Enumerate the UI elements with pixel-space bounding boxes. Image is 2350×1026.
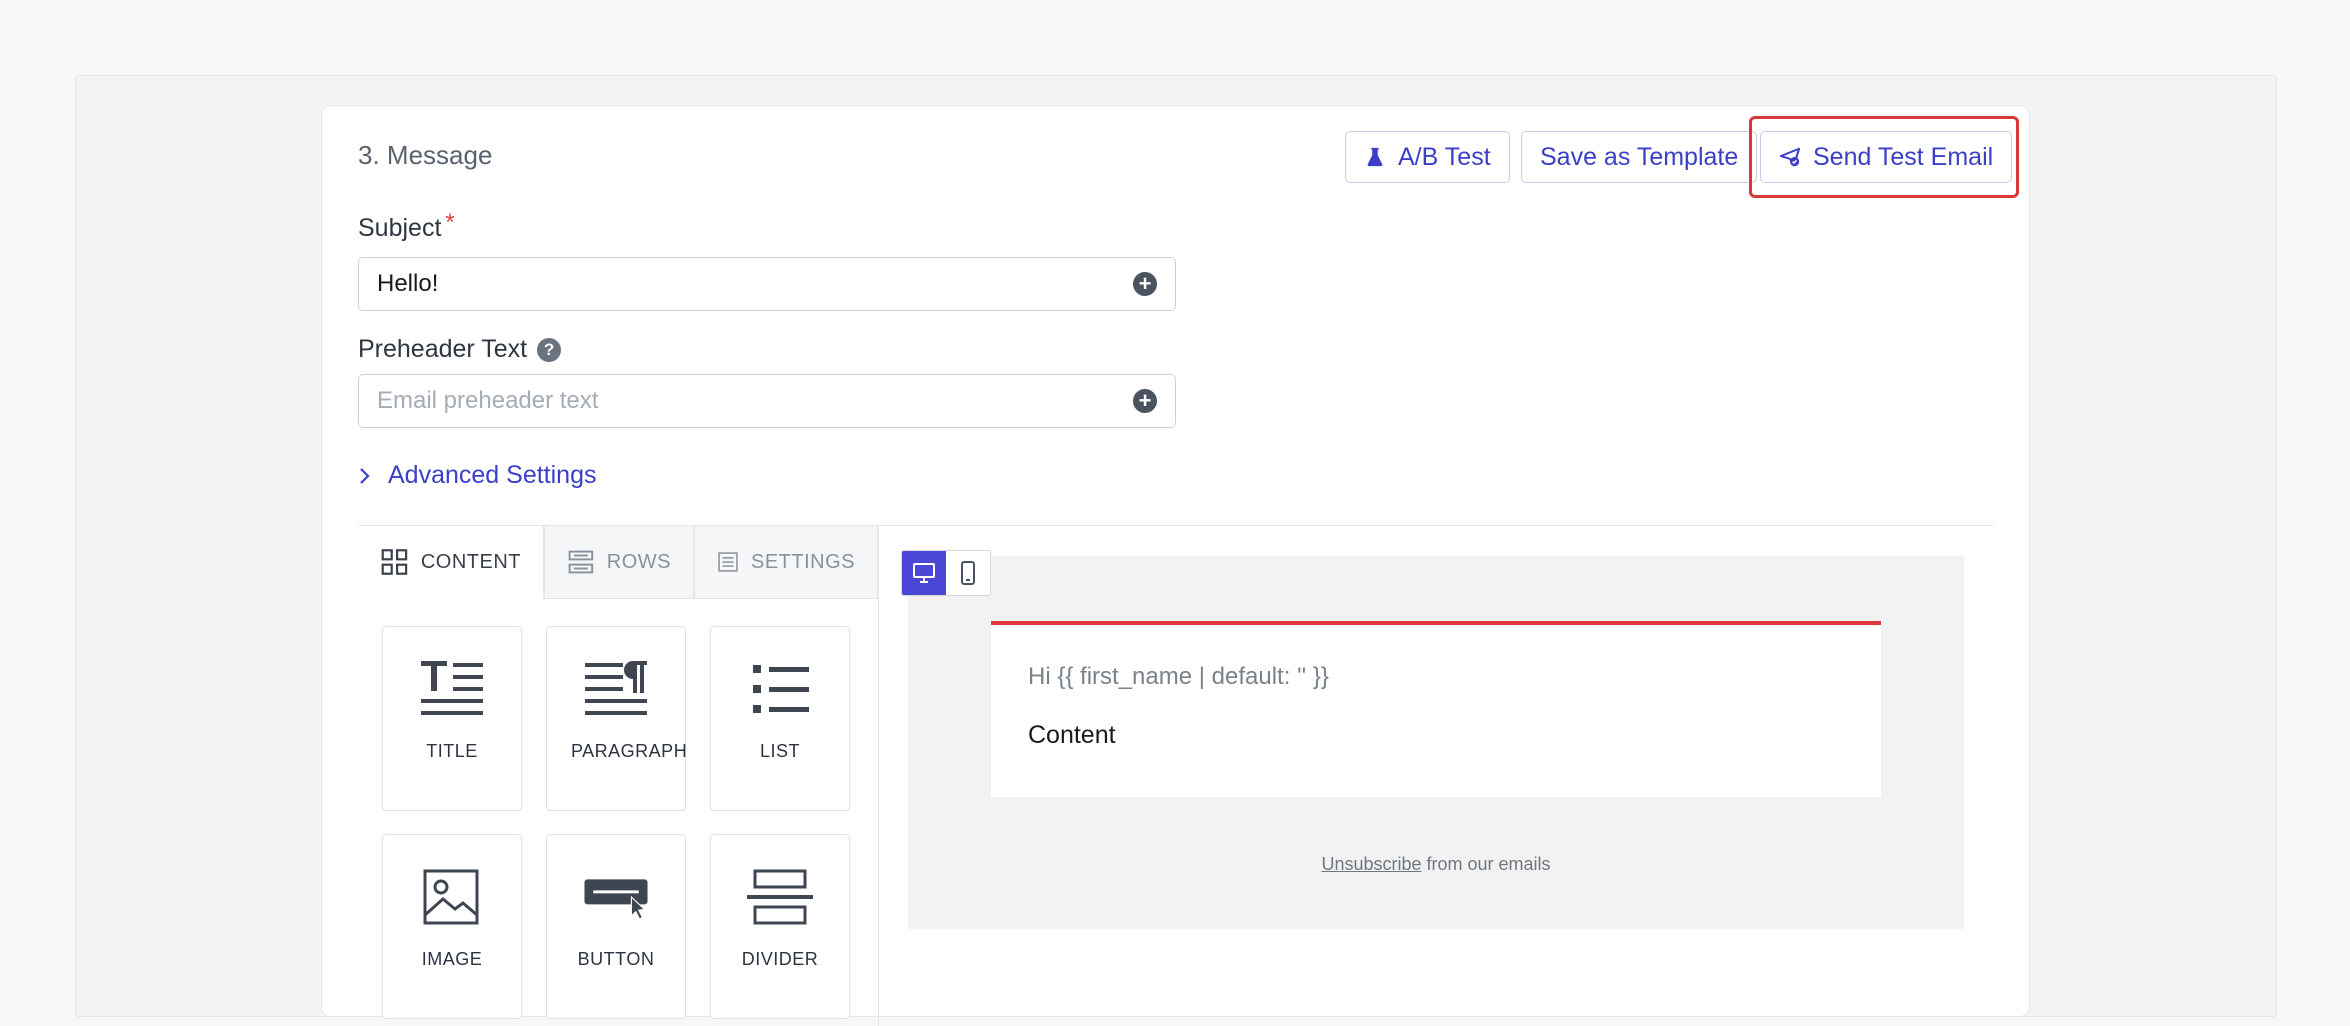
block-divider[interactable]: DIVIDER — [710, 834, 850, 1019]
tab-rows[interactable]: ROWS — [544, 526, 694, 599]
mobile-icon — [961, 561, 975, 585]
subject-label: Subject * — [358, 209, 455, 243]
editor-tabs: CONTENT ROWS SETTINGS — [358, 526, 878, 599]
unsubscribe-footer: Unsubscribe from our emails — [991, 854, 1881, 875]
email-content-text: Content — [1028, 721, 1116, 749]
tab-rows-label: ROWS — [606, 550, 671, 573]
block-list-label: LIST — [759, 741, 800, 761]
insert-variable-icon[interactable]: + — [1133, 272, 1157, 296]
block-divider-label: DIVIDER — [741, 949, 819, 969]
email-content-row[interactable]: Hi {{ first_name | default: '' }} Conten… — [991, 621, 1881, 797]
section-title: 3. Message — [358, 140, 493, 170]
tab-settings[interactable]: SETTINGS — [694, 526, 878, 599]
image-icon — [423, 869, 479, 925]
block-title[interactable]: TITLE — [382, 626, 522, 811]
desktop-view-button[interactable] — [902, 551, 946, 595]
save-as-template-button[interactable]: Save as Template — [1521, 131, 1758, 183]
editor-sidebar: CONTENT ROWS SETTINGS TITLE PARAGRAPH LI… — [358, 526, 879, 1026]
device-toggle — [901, 550, 991, 596]
preheader-label: Preheader Text ? — [358, 335, 562, 364]
block-title-label: TITLE — [426, 741, 478, 761]
ab-test-button[interactable]: A/B Test — [1345, 131, 1510, 183]
block-button[interactable]: BUTTON — [546, 834, 686, 1019]
send-test-email-highlight — [1749, 116, 2019, 198]
preheader-field[interactable]: Email preheader text + — [358, 374, 1176, 428]
save-as-template-label: Save as Template — [1540, 142, 1739, 171]
required-mark: * — [445, 208, 455, 236]
mobile-view-button[interactable] — [946, 551, 990, 595]
block-button-label: BUTTON — [577, 949, 655, 969]
block-image-label: IMAGE — [421, 949, 483, 969]
preheader-placeholder: Email preheader text — [377, 387, 599, 414]
message-card: 3. Message A/B Test Save as Template Sen… — [321, 105, 2030, 1026]
rows-icon — [568, 550, 594, 574]
tab-content[interactable]: CONTENT — [358, 526, 544, 599]
paragraph-icon — [585, 661, 647, 715]
block-list[interactable]: LIST — [710, 626, 850, 811]
unsubscribe-link[interactable]: Unsubscribe — [1321, 854, 1421, 874]
email-greeting: Hi {{ first_name | default: '' }} — [1028, 663, 1329, 690]
flask-icon — [1367, 147, 1383, 167]
subject-label-text: Subject — [358, 214, 442, 242]
chevron-right-icon — [360, 467, 370, 484]
tab-content-label: CONTENT — [420, 550, 521, 573]
tab-settings-label: SETTINGS — [750, 550, 855, 573]
settings-icon — [718, 552, 738, 572]
help-icon[interactable]: ? — [537, 337, 562, 362]
subject-value: Hello! — [377, 270, 439, 297]
block-paragraph-label: PARAGRAPH — [571, 741, 688, 761]
advanced-settings-label: Advanced Settings — [388, 461, 597, 489]
title-icon — [421, 661, 483, 715]
divider-icon — [747, 869, 813, 925]
insert-variable-icon[interactable]: + — [1133, 389, 1157, 413]
desktop-icon — [913, 563, 935, 583]
block-image[interactable]: IMAGE — [382, 834, 522, 1019]
ab-test-label: A/B Test — [1398, 142, 1491, 171]
button-icon — [584, 879, 648, 920]
grid-icon — [381, 549, 408, 575]
preheader-label-text: Preheader Text — [358, 335, 528, 363]
list-icon — [753, 665, 809, 713]
advanced-settings-toggle[interactable]: Advanced Settings — [358, 461, 596, 490]
subject-field[interactable]: Hello! + — [358, 257, 1176, 311]
unsubscribe-text: from our emails — [1421, 854, 1551, 874]
block-paragraph[interactable]: PARAGRAPH — [546, 626, 688, 811]
